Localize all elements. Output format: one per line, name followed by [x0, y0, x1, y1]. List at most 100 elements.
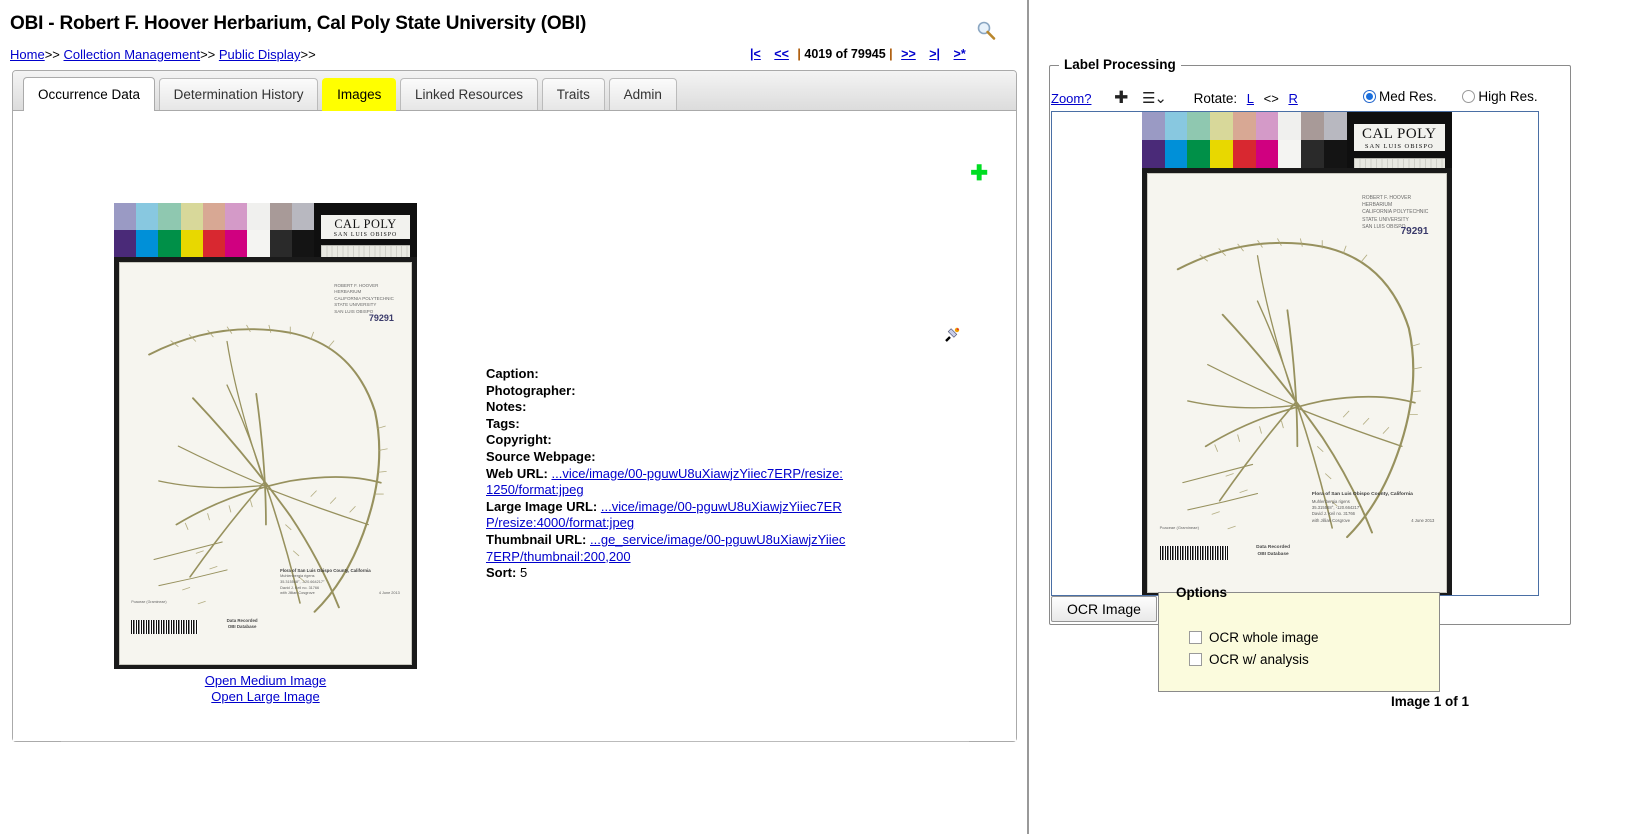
- open-large-image-link[interactable]: Open Large Image: [114, 689, 417, 705]
- tab-occurrence-data[interactable]: Occurrence Data: [23, 77, 156, 111]
- left-column: OBI - Robert F. Hoover Herbarium, Cal Po…: [0, 0, 1029, 834]
- breadcrumb-link-public-display[interactable]: Public Display: [219, 47, 301, 62]
- metadata-row-web-url: Web URL: ...vice/image/00-pguwU8uXiawjzY…: [486, 466, 846, 499]
- barcode-large: [1159, 545, 1229, 561]
- institution-stamp: ROBERT F. HOOVER HERBARIUM CALIFORNIA PO…: [334, 282, 394, 314]
- metadata-label-notes: Notes:: [486, 399, 527, 415]
- ocr-with-analysis-row: OCR w/ analysis: [1189, 652, 1309, 667]
- record-navigation: |< << | 4019 of 79945 | >> >| >*: [745, 47, 971, 61]
- nav-next-record[interactable]: >>: [901, 47, 916, 61]
- herbarium-sheet: CAL POLY SAN LUIS OBISPO ROBERT F. HOOVE…: [114, 203, 417, 669]
- color-calibration-bar-large: CAL POLY SAN LUIS OBISPO: [1142, 112, 1452, 169]
- specimen-label-large: Flora of San Luis Obispo County, Califor…: [1311, 492, 1435, 523]
- metadata-label-sort: Sort:: [486, 565, 517, 581]
- checkbox-ocr-whole-image[interactable]: [1189, 631, 1202, 644]
- specimen-thumbnail-image[interactable]: CAL POLY SAN LUIS OBISPO ROBERT F. HOOVE…: [114, 203, 417, 669]
- tab-traits[interactable]: Traits: [541, 78, 605, 110]
- specimen-paper-large: ROBERT F. HOOVER HERBARIUM CALIFORNIA PO…: [1146, 173, 1448, 593]
- metadata-row-sort: Sort: 5: [486, 565, 846, 582]
- tab-linked-resources[interactable]: Linked Resources: [400, 78, 539, 110]
- rotate-left-button[interactable]: L: [1247, 91, 1254, 106]
- page-title: OBI - Robert F. Hoover Herbarium, Cal Po…: [10, 13, 587, 34]
- scale-ruler: [321, 245, 410, 258]
- nav-extra-record[interactable]: >*: [954, 47, 966, 61]
- add-image-icon[interactable]: ✚: [970, 163, 988, 184]
- nav-prev-record[interactable]: <<: [774, 47, 789, 61]
- nav-last-record[interactable]: >|: [929, 47, 940, 61]
- viewer-sheet-container: CAL POLY SAN LUIS OBISPO ROBERT F. HOOVE…: [1142, 112, 1452, 595]
- metadata-label-tags: Tags:: [486, 415, 520, 431]
- logo-primary-text: CAL POLY: [334, 217, 397, 232]
- record-counter: 4019 of 79945: [804, 47, 886, 61]
- ocr-image-button[interactable]: OCR Image: [1051, 596, 1157, 622]
- metadata-row-large-image-url: Large Image URL: ...vice/image/00-pguwU8…: [486, 499, 846, 532]
- breadcrumb-link-collection-management[interactable]: Collection Management: [64, 47, 201, 62]
- label-ocr-whole-image: OCR whole image: [1209, 630, 1319, 645]
- tab-determination-history[interactable]: Determination History: [158, 78, 319, 110]
- metadata-label-caption: Caption:: [486, 366, 539, 381]
- data-recorded-label-large: Data Recorded OBI Database: [1256, 544, 1290, 557]
- specimen-image-links: Open Medium Image Open Large Image: [114, 673, 417, 704]
- metadata-row-thumbnail-url: Thumbnail URL: ...ge_service/image/00-pg…: [486, 532, 846, 565]
- rotate-swap-icon[interactable]: <>: [1264, 91, 1279, 106]
- image-metadata-list: Caption: Photographer: Notes: Tags: Copy…: [486, 366, 846, 582]
- color-swatches: [114, 203, 314, 258]
- nav-first-record[interactable]: |<: [750, 47, 761, 61]
- checkbox-ocr-with-analysis[interactable]: [1189, 653, 1202, 666]
- data-recorded-label: Data Recorded OBI Database: [226, 617, 258, 630]
- right-column: Label Processing Zoom? ✚ ☰⌄ Rotate: L <>…: [1031, 0, 1625, 834]
- tab-strip: Occurrence Data Determination History Im…: [13, 71, 1016, 111]
- ocr-options-legend: Options: [1171, 585, 1232, 600]
- image-count-label: Image 1 of 1: [1391, 694, 1470, 709]
- tab-admin[interactable]: Admin: [608, 78, 677, 110]
- tab-images[interactable]: Images: [322, 78, 397, 110]
- metadata-label-thumbnail-url: Thumbnail URL:: [486, 531, 587, 547]
- logo-secondary-text-large: SAN LUIS OBISPO: [1364, 143, 1434, 151]
- rotate-right-button[interactable]: R: [1288, 91, 1297, 106]
- page-root: OBI - Robert F. Hoover Herbarium, Cal Po…: [0, 0, 1625, 834]
- align-lines-icon[interactable]: ☰⌄: [1142, 89, 1167, 107]
- search-icon[interactable]: [975, 20, 997, 42]
- metadata-row-tags: Tags:: [486, 416, 846, 433]
- tab-content-images: ✚ CAL POLY SAN LUIS OBISPO ROBERT F. HOO…: [13, 111, 1016, 742]
- metadata-row-notes: Notes:: [486, 399, 846, 416]
- ocr-whole-image-row: OCR whole image: [1189, 630, 1319, 645]
- accession-number: 79291: [368, 312, 394, 323]
- radio-high-res[interactable]: [1462, 90, 1476, 103]
- logo-primary-text-large: CAL POLY: [1361, 126, 1437, 143]
- radio-med-res[interactable]: [1363, 90, 1376, 103]
- specimen-label: Flora of San Luis Obispo County, Califor…: [280, 567, 400, 596]
- label-processing-legend: Label Processing: [1059, 57, 1181, 72]
- barcode: [131, 619, 199, 634]
- metadata-row-caption: Caption:: [486, 366, 846, 383]
- label-high-res: High Res.: [1478, 89, 1538, 104]
- catalog-label-large: Poaceae (Gramineae): [1159, 524, 1199, 530]
- metadata-label-web-url: Web URL:: [486, 465, 548, 481]
- nav-bar-left: |: [797, 47, 801, 61]
- breadcrumb-sep-2: >>: [200, 47, 216, 62]
- open-medium-image-link[interactable]: Open Medium Image: [114, 673, 417, 689]
- breadcrumb-link-home[interactable]: Home: [10, 47, 45, 62]
- move-arrows-icon[interactable]: ✚: [1114, 88, 1128, 108]
- pencil-icon[interactable]: [943, 326, 961, 347]
- metadata-label-large-image-url: Large Image URL:: [486, 498, 598, 514]
- catalog-label: Poaceae (Gramineae): [131, 599, 167, 604]
- color-swatches-large: [1142, 112, 1347, 169]
- label-med-res: Med Res.: [1379, 89, 1437, 104]
- resolution-radio-group: Med Res. High Res.: [1363, 89, 1560, 104]
- breadcrumb: Home>> Collection Management>> Public Di…: [10, 47, 316, 62]
- breadcrumb-sep-3: >>: [300, 47, 316, 62]
- label-image-viewer[interactable]: CAL POLY SAN LUIS OBISPO ROBERT F. HOOVE…: [1051, 111, 1539, 596]
- ocr-options-panel: OCR whole image OCR w/ analysis: [1158, 592, 1440, 692]
- cal-poly-logo: CAL POLY SAN LUIS OBISPO: [313, 203, 417, 258]
- zoom-link[interactable]: Zoom?: [1051, 91, 1091, 106]
- metadata-label-copyright: Copyright:: [486, 432, 552, 448]
- label-ocr-with-analysis: OCR w/ analysis: [1209, 652, 1309, 667]
- accession-number-large: 79291: [1400, 226, 1429, 238]
- metadata-label-source-webpage: Source Webpage:: [486, 448, 596, 464]
- nav-bar-right: |: [889, 47, 893, 61]
- metadata-row-copyright: Copyright:: [486, 432, 846, 449]
- metadata-row-source-webpage: Source Webpage:: [486, 449, 846, 466]
- content-divider: [61, 741, 969, 742]
- breadcrumb-sep-1: >>: [44, 47, 60, 62]
